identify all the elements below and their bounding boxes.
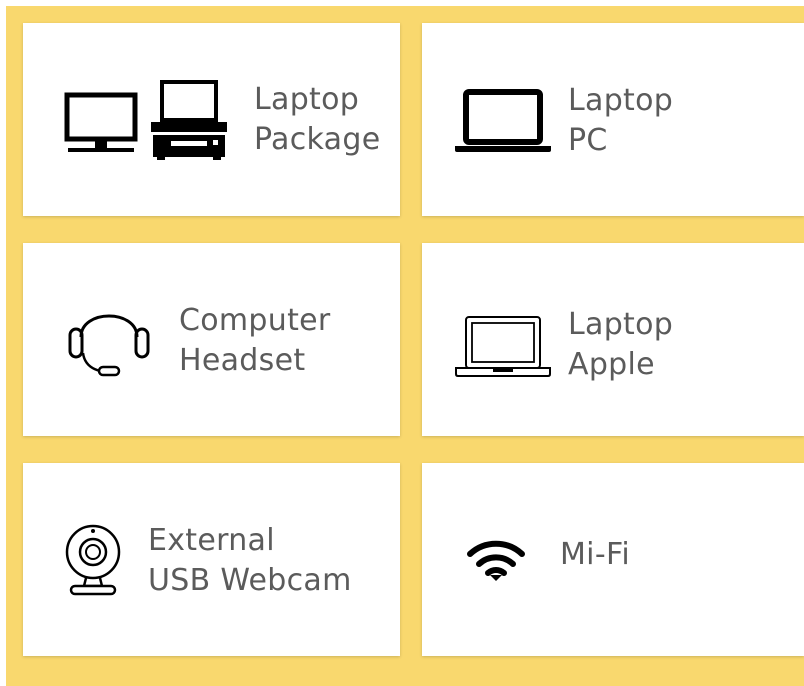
card-label-line1: External bbox=[148, 523, 275, 558]
wifi-icon bbox=[467, 540, 525, 581]
card-label-line2: Package bbox=[254, 122, 381, 157]
card-label-line1: Mi-Fi bbox=[560, 537, 630, 572]
card-label-line1: Laptop bbox=[568, 83, 674, 118]
card-label: Mi-Fi bbox=[560, 535, 630, 575]
headset-icon bbox=[68, 314, 150, 377]
laptop-pc-icon bbox=[455, 89, 551, 152]
card-label: External USB Webcam bbox=[148, 521, 352, 601]
card-label-line1: Laptop bbox=[568, 307, 674, 342]
card-laptop-pc[interactable]: Laptop PC bbox=[422, 23, 804, 216]
card-label: Laptop PC bbox=[568, 81, 673, 161]
card-label-line1: Laptop bbox=[254, 82, 360, 117]
card-mi-fi[interactable]: Mi-Fi bbox=[422, 463, 804, 656]
card-label: Laptop Package bbox=[254, 80, 380, 160]
card-computer-headset[interactable]: Computer Headset bbox=[23, 243, 400, 436]
laptop-package-icon bbox=[64, 80, 227, 160]
laptop-apple-icon bbox=[455, 316, 551, 377]
card-label-line2: PC bbox=[568, 123, 608, 158]
card-label-line2: Headset bbox=[179, 343, 306, 378]
card-label-line2: Apple bbox=[568, 347, 655, 382]
card-label: Computer Headset bbox=[179, 301, 331, 381]
card-label: Laptop Apple bbox=[568, 305, 673, 385]
webcam-icon bbox=[65, 524, 121, 596]
card-label-line2: USB Webcam bbox=[148, 563, 352, 598]
card-external-usb-webcam[interactable]: External USB Webcam bbox=[23, 463, 400, 656]
card-laptop-apple[interactable]: Laptop Apple bbox=[422, 243, 804, 436]
card-label-line1: Computer bbox=[179, 303, 331, 338]
card-laptop-package[interactable]: Laptop Package bbox=[23, 23, 400, 216]
